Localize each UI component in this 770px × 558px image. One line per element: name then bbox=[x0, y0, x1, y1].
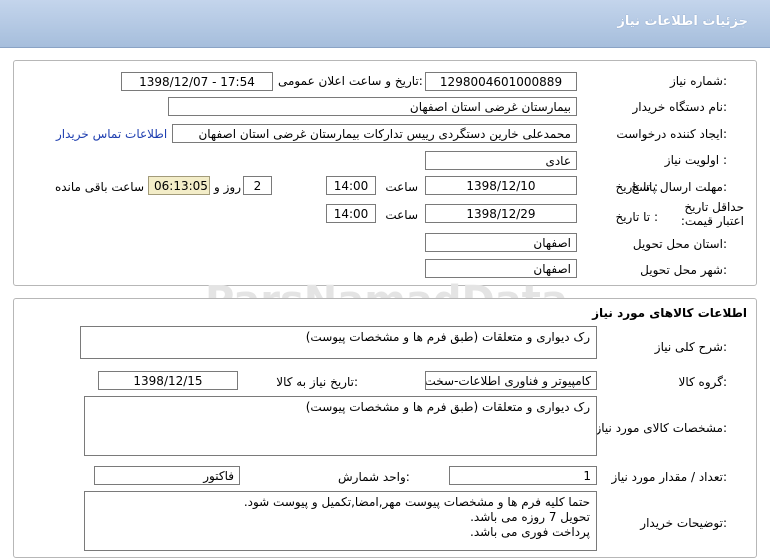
deadline-date-field[interactable]: 1398/12/10 bbox=[425, 176, 577, 195]
specs-field[interactable]: رک دیواری و متعلقات (طبق فرم ها و مشخصات… bbox=[84, 396, 597, 456]
city-field[interactable]: اصفهان bbox=[425, 259, 577, 278]
notes-line: حتما کلیه فرم ها و مشخصات پیوست مهر,امضا… bbox=[243, 495, 590, 509]
need-number-field[interactable]: 1298004601000889 bbox=[425, 72, 577, 91]
validity-time-label: ساعت bbox=[385, 208, 418, 222]
qty-label: تعداد / مقدار مورد نیاز: bbox=[611, 470, 727, 484]
validity-to-date-label: تا تاریخ : bbox=[615, 210, 658, 224]
summary-field[interactable]: رک دیواری و متعلقات (طبق فرم ها و مشخصات… bbox=[80, 326, 597, 359]
goods-section-title: اطلاعات کالاهای مورد نیاز bbox=[592, 306, 747, 320]
priority-label: اولویت نیاز : bbox=[664, 153, 727, 167]
specs-label: مشخصات کالای مورد نیاز: bbox=[595, 421, 727, 435]
unit-field[interactable]: فاکتور bbox=[94, 466, 240, 485]
remaining-time-field: 06:13:05 bbox=[148, 176, 210, 195]
notes-field[interactable]: حتما کلیه فرم ها و مشخصات پیوست مهر,امضا… bbox=[84, 491, 597, 551]
notes-line: تحویل 7 روزه می باشد. bbox=[470, 510, 590, 524]
deadline-time-field[interactable]: 14:00 bbox=[326, 176, 376, 195]
buyer-org-field[interactable]: بیمارستان غرضی استان اصفهان bbox=[168, 97, 577, 116]
days-field[interactable]: 2 bbox=[243, 176, 272, 195]
page-title: جزئیات اطلاعات نیاز bbox=[617, 14, 748, 29]
creator-label: ایجاد کننده درخواست: bbox=[616, 127, 727, 141]
priority-field[interactable]: عادی bbox=[425, 151, 577, 170]
unit-label: واحد شمارش: bbox=[338, 470, 410, 484]
summary-label: شرح کلی نیاز: bbox=[654, 340, 727, 354]
province-field[interactable]: اصفهان bbox=[425, 233, 577, 252]
province-label: استان محل تحویل: bbox=[632, 237, 727, 251]
notes-label: توضیحات خریدار: bbox=[640, 516, 727, 530]
remaining-label: ساعت باقی مانده bbox=[54, 180, 144, 194]
buyer-org-label: نام دستگاه خریدار: bbox=[632, 100, 728, 114]
need-number-label: شماره نیاز: bbox=[669, 74, 727, 88]
validity-label: حداقل تاریخ اعتبار قیمت: bbox=[680, 200, 744, 228]
days-label: روز و bbox=[214, 180, 241, 194]
need-info-panel bbox=[13, 60, 757, 286]
contact-info-link[interactable]: اطلاعات تماس خریدار bbox=[56, 127, 167, 141]
deadline-label: مهلت ارسال پاسخ: bbox=[631, 180, 727, 194]
need-date-label: تاریخ نیاز به کالا: bbox=[276, 375, 358, 389]
city-label: شهر محل تحویل: bbox=[640, 263, 727, 277]
announce-field[interactable]: 1398/12/07 - 17:54 bbox=[121, 72, 273, 91]
need-date-field[interactable]: 1398/12/15 bbox=[98, 371, 238, 390]
notes-line: پرداخت فوری می باشد. bbox=[470, 525, 590, 539]
creator-field[interactable]: محمدعلی خارین دستگردی رییس تدارکات بیمار… bbox=[172, 124, 577, 143]
announce-label: تاریخ و ساعت اعلان عمومی: bbox=[278, 74, 423, 88]
validity-date-field[interactable]: 1398/12/29 bbox=[425, 204, 577, 223]
deadline-time-label: ساعت bbox=[385, 180, 418, 194]
page-header: جزئیات اطلاعات نیاز bbox=[0, 0, 770, 48]
group-field[interactable]: کامپیوتر و فناوری اطلاعات-سخت افزار bbox=[425, 371, 597, 390]
validity-time-field[interactable]: 14:00 bbox=[326, 204, 376, 223]
qty-field[interactable]: 1 bbox=[449, 466, 597, 485]
group-label: گروه کالا: bbox=[678, 375, 728, 389]
